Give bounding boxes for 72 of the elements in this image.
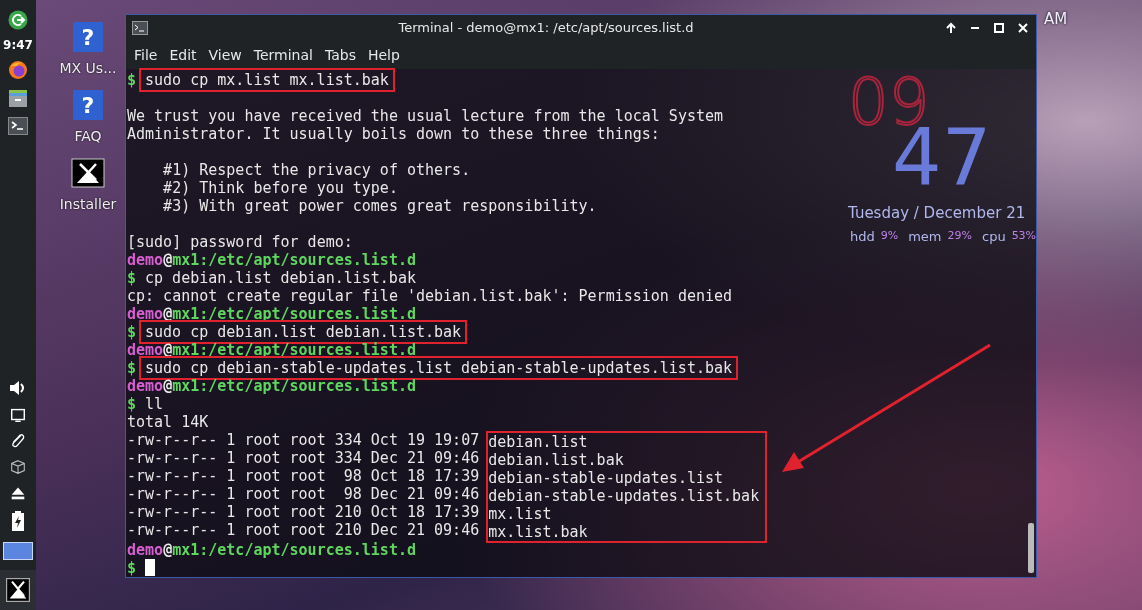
maximize-button[interactable]: [992, 20, 1006, 35]
file-info: -rw-r--r-- 1 root root 334 Dec 21 09:46: [127, 449, 481, 467]
command-line: ll: [145, 395, 164, 413]
output-line: Administrator. It usually boils down to these three things:: [127, 125, 660, 143]
menu-item[interactable]: File: [128, 42, 164, 67]
prompt-line: demo@mx1:/etc/apt/sources.list.d: [127, 377, 416, 395]
file-name: debian-stable-updates.list.bak: [488, 487, 760, 505]
file-manager-icon[interactable]: [8, 88, 28, 108]
menu-item[interactable]: Terminal: [247, 42, 319, 67]
prompt-symbol: $: [127, 71, 137, 89]
help-icon[interactable]: ?: [73, 22, 103, 52]
prompt-symbol: $: [127, 359, 137, 377]
highlighted-command: sudo cp debian-stable-updates.list debian-stable-updates.list.bak: [142, 359, 736, 377]
prompt-symbol: $: [127, 395, 137, 413]
up-arrow-icon: [945, 21, 957, 34]
output-line: total 14K: [127, 413, 209, 431]
paperclip-icon[interactable]: [9, 432, 27, 450]
stat-label: hdd: [850, 229, 875, 244]
window-title: Terminal - demo@mx1: /etc/apt/sources.list.d: [397, 20, 695, 36]
stat-value: 29%: [947, 229, 972, 244]
desktop-icon-label[interactable]: FAQ: [74, 128, 102, 144]
command-line: cp debian.list debian.list.bak: [145, 269, 416, 287]
stat-value: 53%: [1011, 229, 1037, 244]
panel-clock[interactable]: 9:47: [3, 38, 33, 52]
installer-icon[interactable]: [71, 158, 105, 188]
start-menu-icon[interactable]: [6, 578, 30, 602]
output-line: #2) Think before you type.: [162, 179, 398, 197]
text-cursor: [145, 559, 156, 576]
file-name: debian-stable-updates.list: [488, 469, 724, 487]
file-info: -rw-r--r-- 1 root root 210 Oct 18 17:39: [127, 503, 481, 521]
maximize-icon: [993, 21, 1005, 34]
highlighted-command: sudo cp mx.list mx.list.bak: [142, 71, 392, 89]
terminal-icon[interactable]: [8, 116, 28, 136]
logout-icon[interactable]: [8, 10, 28, 30]
output-line: #1) Respect the privacy of others.: [162, 161, 471, 179]
prompt-symbol: $: [127, 559, 137, 577]
menu-item[interactable]: View: [202, 42, 248, 67]
menu-item[interactable]: Help: [361, 42, 406, 67]
menu-item[interactable]: Edit: [163, 42, 203, 67]
file-info: -rw-r--r-- 1 root root 98 Dec 21 09:46: [127, 485, 481, 503]
terminal-icon: [132, 20, 148, 35]
help-icon[interactable]: ?: [73, 90, 103, 120]
conky-ampm: AM: [1044, 10, 1068, 28]
stat-value: 9%: [880, 229, 899, 244]
menu-item[interactable]: Tabs: [318, 42, 362, 67]
scrollbar-thumb[interactable]: [1028, 523, 1034, 573]
file-info: -rw-r--r-- 1 root root 334 Oct 19 19:07: [127, 431, 481, 449]
output-line: [sudo] password for demo:: [127, 233, 353, 251]
stat-label: cpu: [982, 229, 1006, 244]
file-info: -rw-r--r-- 1 root root 210 Dec 21 09:46: [127, 521, 481, 539]
close-button[interactable]: [1016, 20, 1030, 35]
desktop-icon-label[interactable]: MX Us...: [59, 60, 117, 76]
file-name: mx.list.bak: [488, 523, 588, 541]
prompt-symbol: $: [127, 269, 137, 287]
conky-date: Tuesday / December 21: [848, 204, 1026, 222]
package-icon[interactable]: [9, 458, 27, 476]
stat-label: mem: [908, 229, 942, 244]
close-icon: [1017, 21, 1029, 34]
prompt-line: demo@mx1:/etc/apt/sources.list.d: [127, 251, 416, 269]
desktop-icon-label[interactable]: Installer: [59, 196, 117, 212]
prompt-line: demo@mx1:/etc/apt/sources.list.d: [127, 541, 416, 559]
display-icon[interactable]: [9, 406, 27, 424]
file-info: -rw-r--r-- 1 root root 98 Oct 18 17:39: [127, 467, 481, 485]
file-name: debian.list.bak: [488, 451, 624, 469]
output-line: cp: cannot create regular file 'debian.list.bak': Permission denied: [127, 287, 733, 305]
output-line: We trust you have received the usual lecture from the local System: [127, 107, 724, 125]
prompt-symbol: $: [127, 323, 137, 341]
file-name: debian.list: [488, 433, 588, 451]
highlighted-command: sudo cp debian.list debian.list.bak: [142, 323, 465, 341]
keep-above-button[interactable]: [944, 20, 958, 35]
output-line: #3) With great power comes great responsibility.: [162, 197, 597, 215]
file-name: mx.list: [488, 505, 552, 523]
